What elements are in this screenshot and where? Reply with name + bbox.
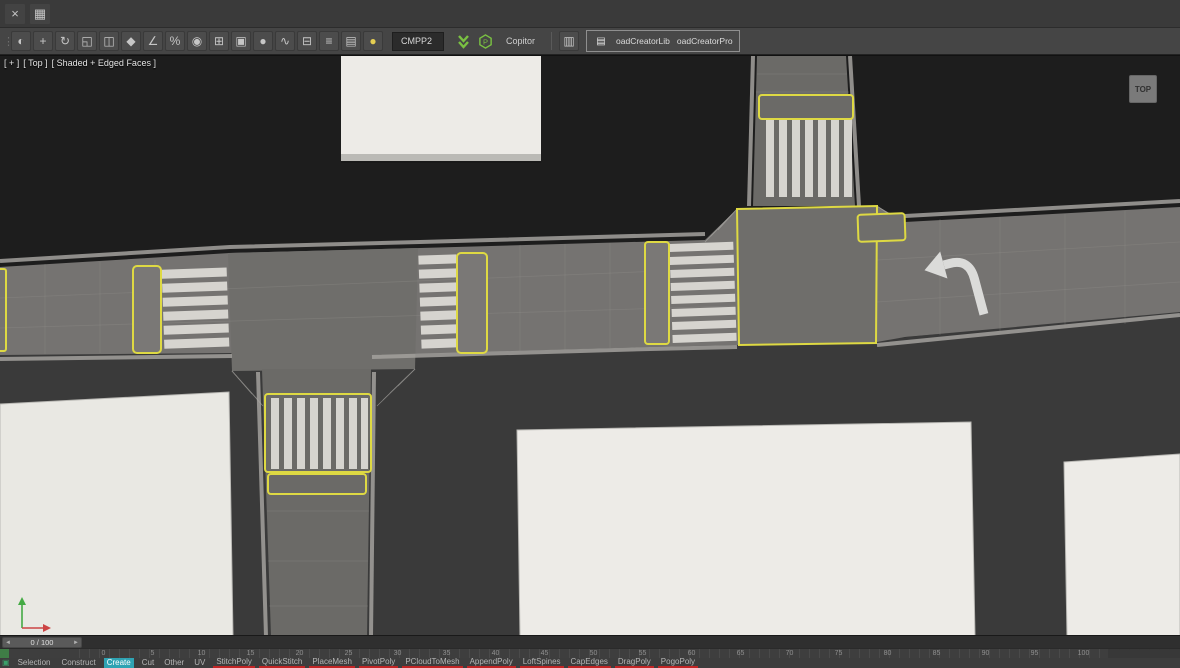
- ruler-tick-label: 45: [540, 650, 549, 657]
- viewcube-top[interactable]: TOP: [1129, 75, 1157, 103]
- viewport-menu-pov[interactable]: [ Top ]: [23, 58, 47, 68]
- ruler-tick-label: 35: [442, 650, 451, 657]
- ruler-right-pad: [1108, 649, 1180, 658]
- building-bottom-center[interactable]: [516, 421, 976, 635]
- toolbar-icon[interactable]: ◫: [99, 31, 119, 51]
- toolbar-icon[interactable]: ◐: [11, 31, 31, 51]
- toolbar-icon[interactable]: ▦: [29, 2, 51, 25]
- selection-label[interactable]: Selection: [15, 658, 54, 668]
- status-icon[interactable]: ▣: [2, 658, 10, 668]
- max-application-window: × ▦ ⋮ ◐ + ↻ ◱ ◫ ◆ ∠% ◉ ⊞ ▣ ● ∿ ⊟ ≡ ▤ ● CMPP2 P Copitor ▥…: [0, 0, 1180, 668]
- building-bottom-right[interactable]: [1063, 453, 1180, 635]
- quick-access-icons: × ▦: [4, 2, 51, 25]
- ruler-tick-label: 55: [638, 650, 647, 657]
- ruler-tick-label: 75: [834, 650, 843, 657]
- ruler-tick-label: 60: [687, 650, 696, 657]
- ruler-tick-label: 10: [197, 650, 206, 657]
- ruler-tick-label: 80: [883, 650, 892, 657]
- double-chevron-down-icon[interactable]: [453, 31, 473, 51]
- poly-tool-chip[interactable]: DragPoly: [614, 658, 654, 668]
- copitor-button[interactable]: Copitor: [506, 36, 535, 46]
- toolbar-icon[interactable]: ⊟: [297, 31, 317, 51]
- track-bar-ruler[interactable]: 0 5 10 15 20 25 30 35 40 45 50 55 60 65 70 75 80 85 90 95 10…: [0, 648, 1180, 659]
- viewport-menu-general[interactable]: [ + ]: [4, 58, 19, 68]
- poly-tool-chip[interactable]: LoftSpines: [519, 658, 564, 668]
- poly-tool-chip[interactable]: PivotPoly: [358, 658, 399, 668]
- ruler-tick-label: 65: [736, 650, 745, 657]
- toolbar-icon[interactable]: +: [33, 31, 53, 51]
- toolbar-icon[interactable]: ▣: [231, 31, 251, 51]
- toolbar-drag-handle[interactable]: ⋮: [3, 35, 14, 48]
- main-toolbar: ⋮ ◐ + ↻ ◱ ◫ ◆ ∠% ◉ ⊞ ▣ ● ∿ ⊟ ≡ ▤ ● CMPP2 P Copitor ▥ ▤ …: [0, 28, 1180, 55]
- toolbar-icon[interactable]: ◱: [77, 31, 97, 51]
- poly-tool-chip[interactable]: PlaceMesh: [309, 658, 355, 668]
- poly-tool-chip[interactable]: PCloudToMesh: [402, 658, 463, 668]
- svg-text:P: P: [482, 37, 487, 46]
- poly-tool-chips: StitchPoly QuickStitch PlaceMesh PivotPoly P…: [213, 658, 699, 668]
- viewport-menu-shading[interactable]: [ Shaded + Edged Faces ]: [52, 58, 156, 68]
- intersection-1[interactable]: [228, 248, 418, 371]
- ruler-ticks: 0 5 10 15 20 25 30 35 40 45 50 55 60 65 70 75 80 85 90 95 10…: [79, 649, 1108, 658]
- poly-tool-chip[interactable]: AppendPoly: [466, 658, 516, 668]
- preset-dropdown[interactable]: CMPP2: [392, 31, 444, 51]
- ruler-tick-label: 25: [344, 650, 353, 657]
- toolbar-icon[interactable]: ⊞: [209, 31, 229, 51]
- viewport-label: [ + ] [ Top ] [ Shaded + Edged Faces ]: [4, 58, 156, 68]
- hexagon-p-icon[interactable]: P: [475, 31, 495, 51]
- roadcreator-icon[interactable]: ▤: [593, 33, 609, 49]
- viewport-top[interactable]: [ + ] [ Top ] [ Shaded + Edged Faces ] T…: [0, 55, 1180, 635]
- ruler-tick-label: 70: [785, 650, 794, 657]
- poly-tool-chip[interactable]: QuickStitch: [258, 658, 306, 668]
- mode-chips: Cut Other UV: [139, 658, 209, 668]
- ruler-tick-label: 85: [932, 650, 941, 657]
- prev-frame-icon[interactable]: ◄: [5, 640, 11, 646]
- ruler-tick-label: 30: [393, 650, 402, 657]
- construct-label[interactable]: Construct: [58, 658, 98, 668]
- building-bottom-left[interactable]: [0, 391, 234, 635]
- ruler-tick-label: 0: [101, 650, 106, 657]
- ruler-tick-label: 20: [295, 650, 304, 657]
- viewport-canvas[interactable]: [0, 56, 1180, 635]
- toolbar-icon[interactable]: ∠: [143, 31, 163, 51]
- mode-chip[interactable]: Other: [161, 658, 187, 668]
- ruler-tick-label: 5: [150, 650, 155, 657]
- toolbar-icon-strip: ◐ + ↻ ◱ ◫ ◆ ∠% ◉ ⊞ ▣ ● ∿ ⊟ ≡ ▤ ●: [11, 31, 383, 51]
- quick-access-toolbar: × ▦: [0, 0, 1180, 28]
- ruler-tick-label: 90: [981, 650, 990, 657]
- frame-indicator: 0 / 100: [30, 638, 54, 647]
- toolbar-icon[interactable]: %: [165, 31, 185, 51]
- roadcreator-lib-button[interactable]: oadCreatorLib: [616, 36, 670, 46]
- roadcreator-group: ▤ oadCreatorLib oadCreatorPro: [586, 30, 740, 52]
- next-frame-icon[interactable]: ►: [73, 640, 79, 646]
- toolbar-icon[interactable]: ∿: [275, 31, 295, 51]
- toolbar-icon[interactable]: ▤: [341, 31, 361, 51]
- toolbar-icon[interactable]: ●: [363, 31, 383, 51]
- toolbar-separator: [551, 32, 553, 50]
- intersection-2[interactable]: [737, 206, 877, 345]
- ruler-tick-label: 100: [1077, 650, 1090, 657]
- ruler-left-pad: [9, 649, 79, 658]
- notes-icon[interactable]: ▥: [559, 31, 580, 51]
- toolbar-icon[interactable]: ≡: [319, 31, 339, 51]
- poly-tool-chip[interactable]: PogoPoly: [657, 658, 699, 668]
- mode-chip[interactable]: UV: [191, 658, 208, 668]
- time-slider-handle[interactable]: ◄ 0 / 100 ►: [2, 637, 82, 648]
- poly-tool-chip[interactable]: StitchPoly: [213, 658, 255, 668]
- roadcreator-pro-button[interactable]: oadCreatorPro: [677, 36, 733, 46]
- ruler-tick-label: 40: [491, 650, 500, 657]
- ruler-tick-label: 95: [1030, 650, 1039, 657]
- building-top-center[interactable]: [341, 56, 541, 154]
- ruler-tick-label: 15: [246, 650, 255, 657]
- toolbar-icon[interactable]: ×: [4, 2, 26, 25]
- status-bar: ▣ Selection Construct Create Cut Other UV …: [0, 658, 1180, 668]
- ruler-tick-label: 50: [589, 650, 598, 657]
- toolbar-icon[interactable]: ◆: [121, 31, 141, 51]
- toolbar-icon[interactable]: ●: [253, 31, 273, 51]
- toolbar-icon[interactable]: ◉: [187, 31, 207, 51]
- toolbar-icon[interactable]: ↻: [55, 31, 75, 51]
- time-slider-track[interactable]: ◄ 0 / 100 ►: [0, 635, 1180, 648]
- mode-chip[interactable]: Cut: [139, 658, 157, 668]
- create-chip[interactable]: Create: [103, 658, 134, 668]
- poly-tool-chip[interactable]: CapEdges: [567, 658, 611, 668]
